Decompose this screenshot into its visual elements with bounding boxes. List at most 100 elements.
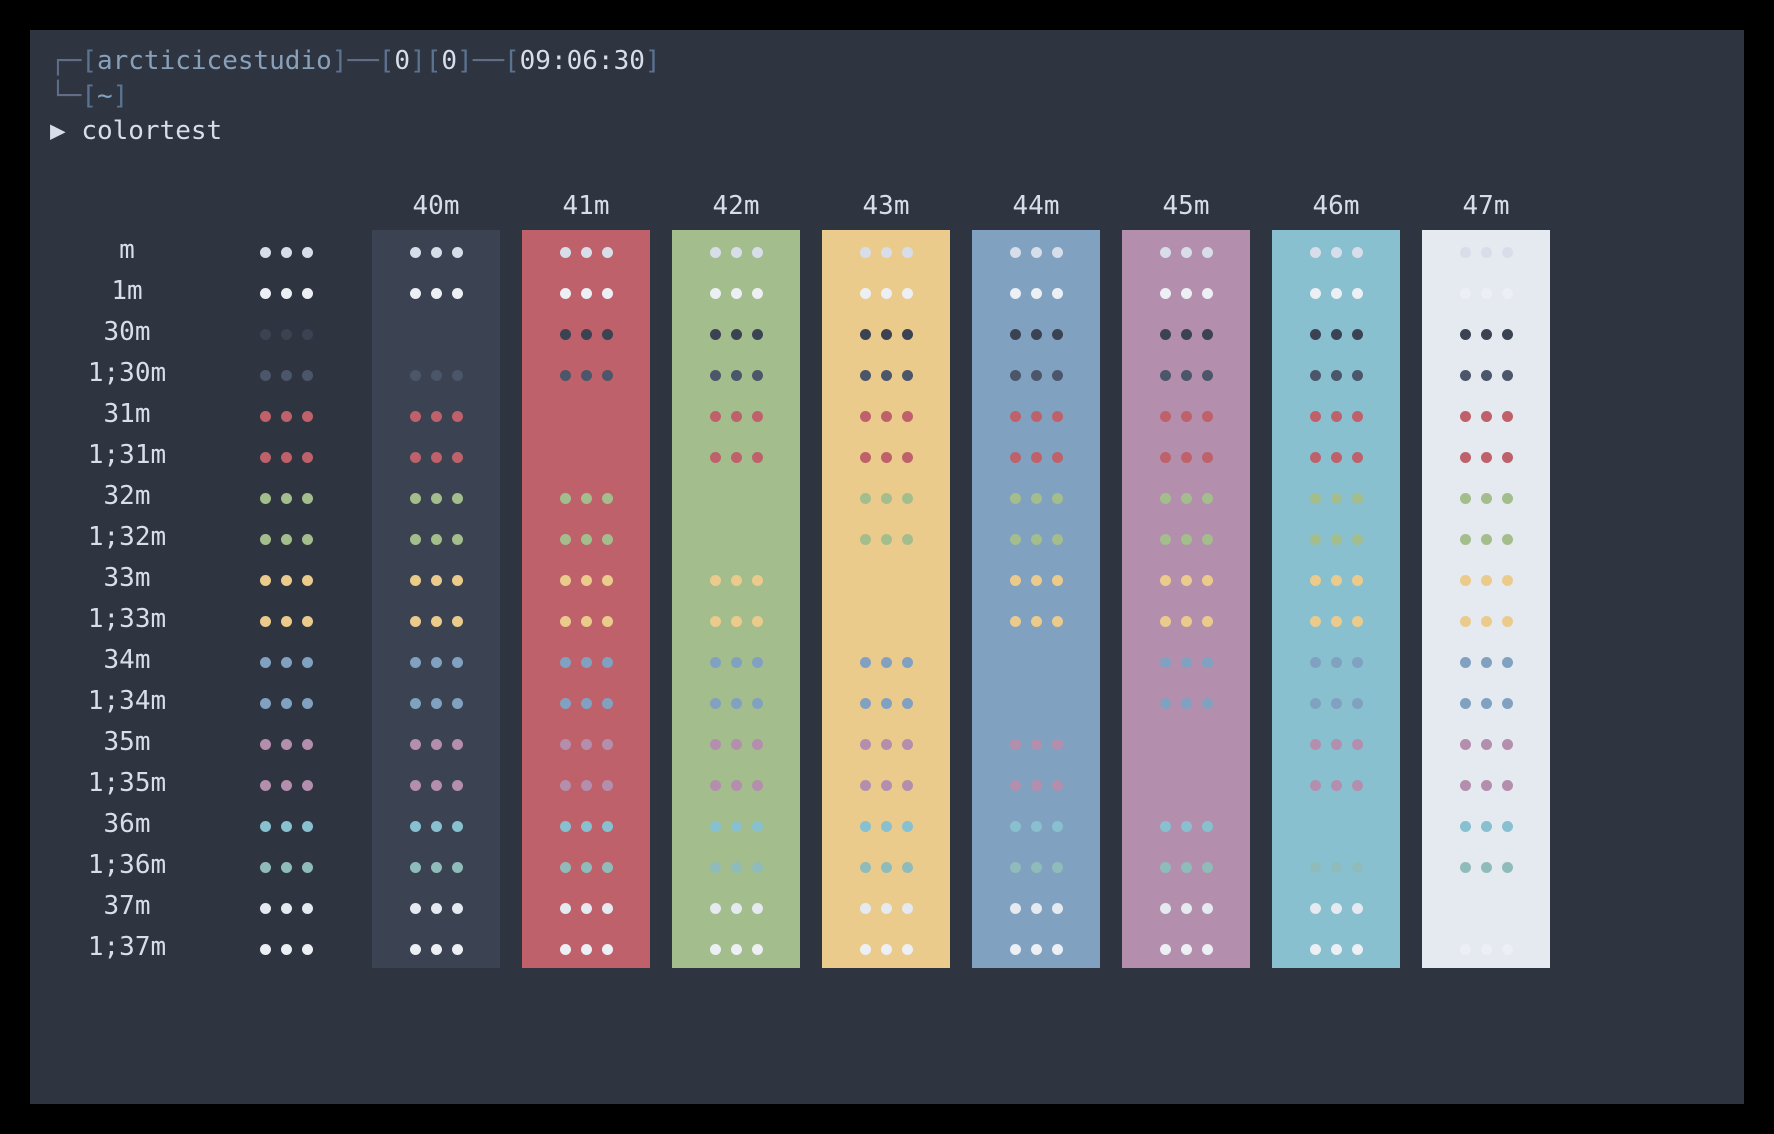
dots-icon: [260, 288, 313, 299]
color-cell: [972, 517, 1100, 558]
color-cell: [222, 681, 350, 722]
prompt-arrow-icon: ▶: [50, 116, 66, 146]
row-label: 36m: [72, 804, 200, 845]
dots-icon: [1460, 616, 1513, 627]
color-cell: [222, 435, 350, 476]
dots-icon: [260, 616, 313, 627]
dots-icon: [560, 739, 613, 750]
dots-icon: [410, 657, 463, 668]
color-cell: [1122, 927, 1250, 968]
dots-icon: [1160, 862, 1213, 873]
color-cell: [1122, 476, 1250, 517]
color-cell: [822, 763, 950, 804]
dots-icon: [1160, 657, 1213, 668]
col-header: 42m: [672, 189, 800, 230]
color-cell: [1122, 886, 1250, 927]
row-label: 1;32m: [72, 517, 200, 558]
color-cell: [672, 230, 800, 271]
dots-icon: [1310, 698, 1363, 709]
dots-icon: [1160, 247, 1213, 258]
dots-icon: [260, 575, 313, 586]
color-cell: [1272, 230, 1400, 271]
dots-icon: [710, 657, 763, 668]
col-header: 40m: [372, 189, 500, 230]
dots-icon: [260, 452, 313, 463]
dots-icon: [260, 821, 313, 832]
col-header: 47m: [1422, 189, 1550, 230]
dots-icon: [1010, 903, 1063, 914]
dots-icon: [1010, 780, 1063, 791]
command-line[interactable]: ▶ colortest: [50, 114, 1724, 149]
dots-icon: [560, 288, 613, 299]
dots-icon: [860, 944, 913, 955]
color-cell: [222, 517, 350, 558]
color-cell: [972, 804, 1100, 845]
dots-icon: [1460, 370, 1513, 381]
color-cell: [372, 722, 500, 763]
row-label: 1m: [72, 271, 200, 312]
row-label: 1;36m: [72, 845, 200, 886]
dots-icon: [560, 780, 613, 791]
row-label: 1;34m: [72, 681, 200, 722]
color-cell: [522, 230, 650, 271]
dots-icon: [1310, 657, 1363, 668]
color-cell: [1422, 886, 1550, 927]
color-cell: [1422, 681, 1550, 722]
color-cell: [822, 353, 950, 394]
dots-icon: [560, 411, 613, 422]
row-label: 1;30m: [72, 353, 200, 394]
colortest-grid: 40m41m42m43m44m45m46m47mm1m30m1;30m31m1;…: [50, 189, 1572, 968]
color-cell: [822, 517, 950, 558]
dots-icon: [560, 944, 613, 955]
dots-icon: [410, 288, 463, 299]
color-cell: [522, 353, 650, 394]
color-cell: [672, 476, 800, 517]
color-cell: [1272, 599, 1400, 640]
color-cell: [522, 517, 650, 558]
dots-icon: [1310, 288, 1363, 299]
color-cell: [372, 763, 500, 804]
color-cell: [672, 845, 800, 886]
color-cell: [1422, 845, 1550, 886]
color-cell: [222, 558, 350, 599]
color-cell: [1122, 681, 1250, 722]
dots-icon: [710, 821, 763, 832]
dots-icon: [860, 575, 913, 586]
color-cell: [522, 845, 650, 886]
color-cell: [222, 763, 350, 804]
color-cell: [672, 599, 800, 640]
dots-icon: [1460, 944, 1513, 955]
color-cell: [222, 640, 350, 681]
color-cell: [372, 271, 500, 312]
dots-icon: [410, 411, 463, 422]
dots-icon: [860, 534, 913, 545]
color-cell: [522, 681, 650, 722]
dots-icon: [1310, 739, 1363, 750]
color-cell: [972, 722, 1100, 763]
color-cell: [1422, 804, 1550, 845]
color-cell: [822, 394, 950, 435]
color-cell: [222, 312, 350, 353]
dots-icon: [410, 370, 463, 381]
dots-icon: [860, 698, 913, 709]
color-cell: [1122, 722, 1250, 763]
dots-icon: [260, 329, 313, 340]
color-cell: [822, 435, 950, 476]
color-cell: [972, 927, 1100, 968]
col-header: 43m: [822, 189, 950, 230]
color-cell: [1272, 394, 1400, 435]
color-cell: [972, 435, 1100, 476]
shell-prompt-line-1: ┌─[arcticicestudio]──[0][0]──[09:06:30]: [50, 44, 1724, 79]
dots-icon: [1160, 698, 1213, 709]
color-cell: [372, 476, 500, 517]
color-cell: [372, 886, 500, 927]
color-cell: [1122, 312, 1250, 353]
color-cell: [1122, 640, 1250, 681]
dots-icon: [560, 657, 613, 668]
dots-icon: [410, 329, 463, 340]
dots-icon: [560, 534, 613, 545]
color-cell: [1122, 558, 1250, 599]
dots-icon: [1010, 862, 1063, 873]
dots-icon: [410, 862, 463, 873]
terminal-window[interactable]: ┌─[arcticicestudio]──[0][0]──[09:06:30] …: [30, 30, 1744, 1104]
